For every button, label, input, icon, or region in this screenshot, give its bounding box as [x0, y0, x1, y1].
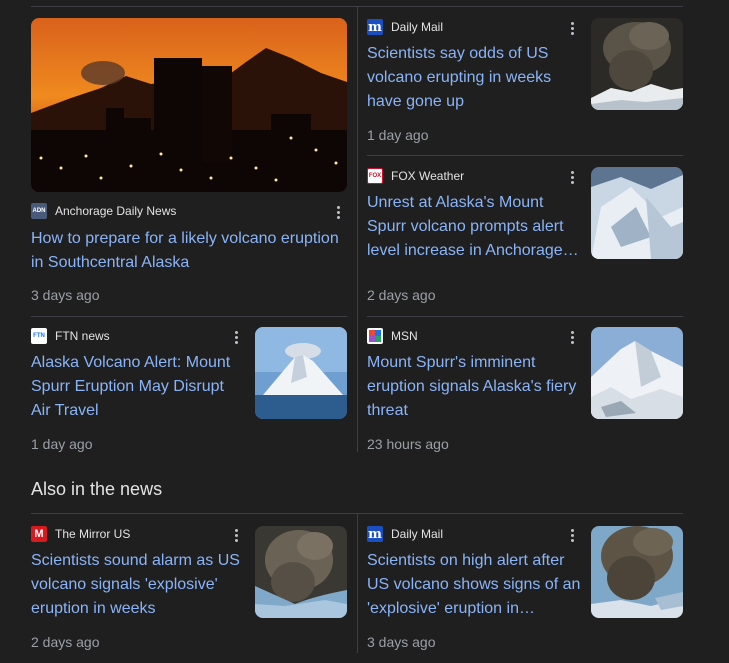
- article-title-link[interactable]: Scientists sound alarm as US volcano sig…: [31, 549, 243, 621]
- row-divider-left-2: [31, 316, 347, 317]
- article-title-link[interactable]: Scientists say odds of US volcano erupti…: [367, 42, 579, 114]
- article-time: 3 days ago: [31, 287, 100, 303]
- source-name: MSN: [391, 329, 418, 343]
- more-options-icon[interactable]: [566, 19, 578, 37]
- source-row[interactable]: m Daily Mail: [367, 526, 443, 542]
- hero-thumbnail[interactable]: [31, 18, 347, 192]
- article-thumbnail[interactable]: [255, 327, 347, 419]
- volcano-ash-column-image: [255, 526, 347, 618]
- snow-volcano-over-sea-image: [255, 327, 347, 419]
- article-time: 1 day ago: [31, 436, 93, 452]
- article-time: 1 day ago: [367, 127, 429, 143]
- row-divider-right-1: [367, 155, 683, 156]
- source-name: FOX Weather: [391, 169, 465, 183]
- source-row[interactable]: MSN: [367, 328, 418, 344]
- snowy-mountain-aerial-image: [591, 167, 683, 259]
- article-time: 2 days ago: [367, 287, 436, 303]
- volcano-ash-plume-image: [591, 18, 683, 110]
- article-thumbnail[interactable]: [591, 327, 683, 419]
- msn-favicon-icon: [367, 328, 383, 344]
- more-options-icon[interactable]: [230, 328, 242, 346]
- more-options-icon[interactable]: [566, 328, 578, 346]
- daily-mail-favicon-icon: m: [367, 19, 383, 35]
- source-name: Daily Mail: [391, 527, 444, 541]
- ftn-news-favicon-icon: FTN: [31, 328, 47, 344]
- article-title-link[interactable]: How to prepare for a likely volcano erup…: [31, 227, 347, 275]
- source-row[interactable]: m Daily Mail: [367, 19, 443, 35]
- source-name: Daily Mail: [391, 20, 444, 34]
- more-options-icon[interactable]: [566, 526, 578, 544]
- more-options-icon[interactable]: [230, 526, 242, 544]
- source-row[interactable]: ADN Anchorage Daily News: [31, 203, 176, 219]
- article-time: 3 days ago: [367, 634, 436, 650]
- more-options-icon[interactable]: [566, 168, 578, 186]
- source-name: The Mirror US: [55, 527, 131, 541]
- article-thumbnail[interactable]: [591, 18, 683, 110]
- article-thumbnail[interactable]: [591, 167, 683, 259]
- section-heading: Also in the news: [31, 479, 163, 499]
- more-options-icon[interactable]: [332, 203, 344, 221]
- article-title-link[interactable]: Mount Spurr's imminent eruption signals …: [367, 351, 579, 423]
- volcano-eruption-plume-image: [591, 526, 683, 618]
- article-thumbnail[interactable]: [591, 526, 683, 618]
- anchorage-daily-news-favicon-icon: ADN: [31, 203, 47, 219]
- article-time: 23 hours ago: [367, 436, 449, 452]
- article-title-link[interactable]: Unrest at Alaska's Mount Spurr volcano p…: [367, 191, 581, 263]
- fox-weather-favicon-icon: FOX: [367, 168, 383, 184]
- column-divider-bottom: [357, 513, 358, 653]
- source-row[interactable]: FTN FTN news: [31, 328, 110, 344]
- mount-spurr-summit-image: [591, 327, 683, 419]
- anchorage-skyline-sunset-image: [31, 18, 347, 192]
- source-row[interactable]: FOX FOX Weather: [367, 168, 464, 184]
- article-time: 2 days ago: [31, 634, 100, 650]
- source-row[interactable]: M The Mirror US: [31, 526, 130, 542]
- article-title-link[interactable]: Scientists on high alert after US volcan…: [367, 549, 581, 621]
- article-title-link[interactable]: Alaska Volcano Alert: Mount Spurr Erupti…: [31, 351, 243, 423]
- column-divider-top: [357, 6, 358, 452]
- daily-mail-favicon-icon: m: [367, 526, 383, 542]
- article-thumbnail[interactable]: [255, 526, 347, 618]
- source-name: Anchorage Daily News: [55, 204, 177, 218]
- the-mirror-favicon-icon: M: [31, 526, 47, 542]
- row-divider-right-2: [367, 316, 683, 317]
- source-name: FTN news: [55, 329, 110, 343]
